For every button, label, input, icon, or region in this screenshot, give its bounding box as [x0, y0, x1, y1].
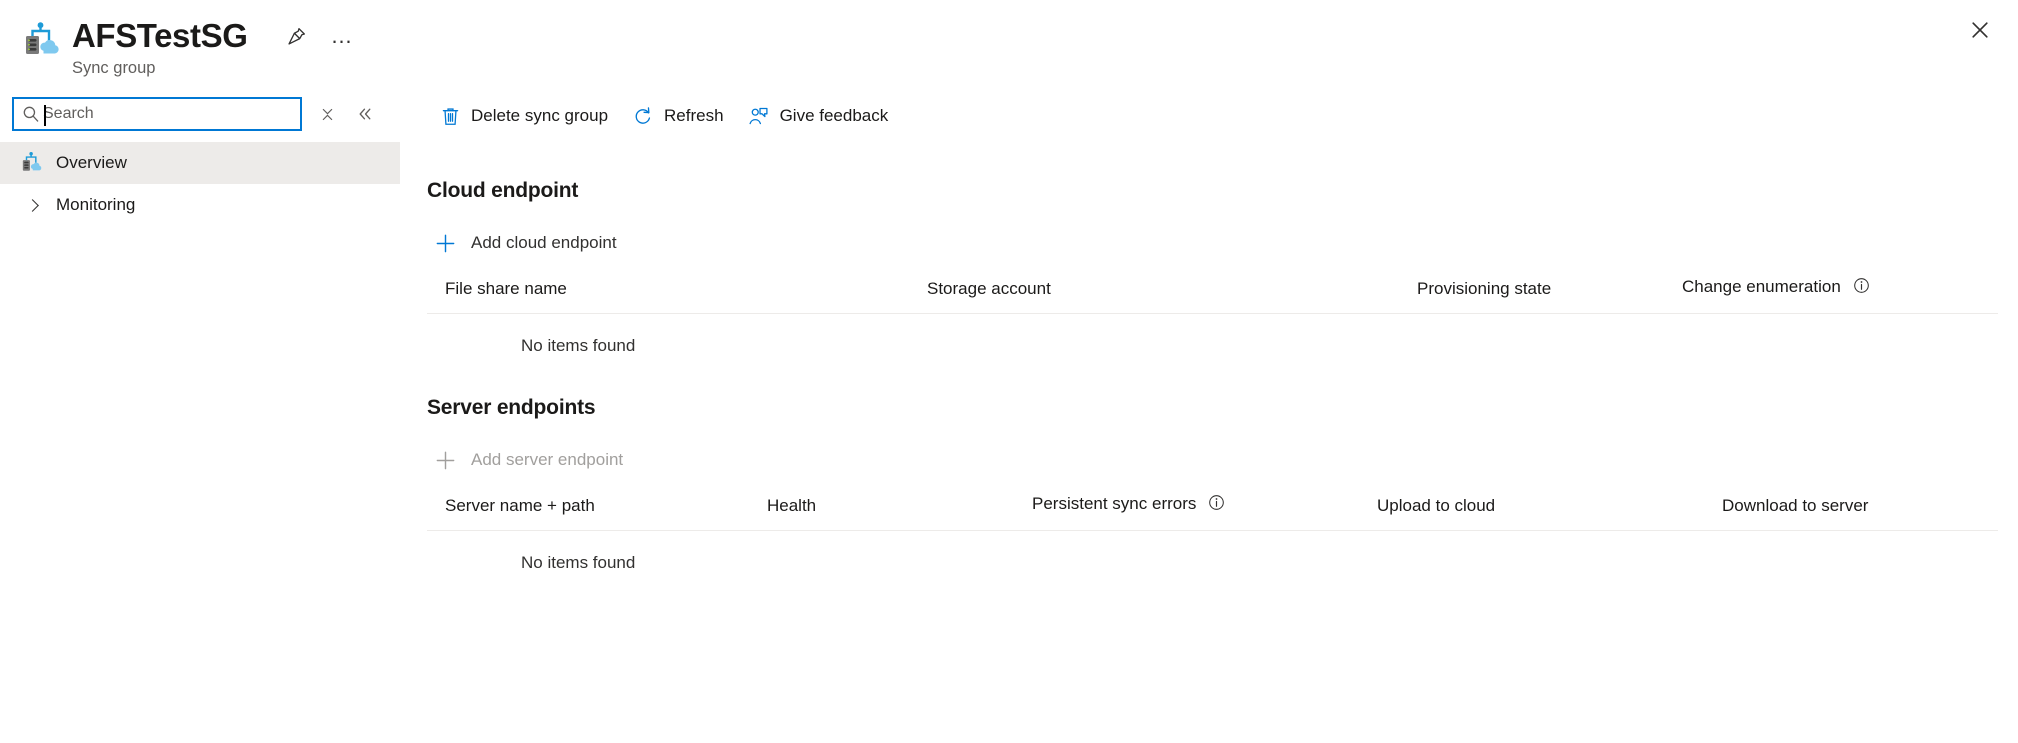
- azure-file-sync-group-icon: [18, 150, 44, 176]
- azure-file-sync-group-icon: [18, 20, 62, 64]
- info-icon[interactable]: [1208, 494, 1225, 516]
- sidebar-search-row: [0, 94, 400, 134]
- cloud-endpoint-empty-text: No items found: [427, 314, 1998, 357]
- add-server-endpoint-label: Add server endpoint: [471, 450, 623, 470]
- search-input[interactable]: [43, 101, 273, 127]
- give-feedback-button[interactable]: Give feedback: [736, 97, 901, 135]
- double-chevron-left-icon[interactable]: [352, 101, 378, 127]
- table-header-row: Server name + path Health Persistent syn…: [427, 494, 1998, 531]
- command-label: Give feedback: [780, 106, 889, 126]
- text-cursor: [44, 105, 46, 126]
- column-header-download-to-server[interactable]: Download to server: [1722, 494, 1998, 531]
- command-toolbar: Delete sync group Refresh: [409, 93, 2018, 139]
- sidebar-item-label: Monitoring: [56, 194, 135, 216]
- feedback-person-icon: [748, 105, 770, 127]
- search-icon: [22, 105, 40, 123]
- search-clear-icon[interactable]: [314, 101, 340, 127]
- chevron-right-icon: [18, 192, 44, 218]
- pin-icon[interactable]: [281, 21, 311, 51]
- search-box[interactable]: [12, 97, 302, 131]
- column-header-upload-to-cloud[interactable]: Upload to cloud: [1377, 494, 1722, 531]
- info-icon[interactable]: [1853, 277, 1870, 299]
- server-endpoints-section: Server endpoints Add server endpoint Ser: [409, 396, 2018, 573]
- page-title: AFSTestSG: [72, 16, 247, 56]
- column-header-server-name-path[interactable]: Server name + path: [427, 494, 767, 531]
- add-cloud-endpoint-label: Add cloud endpoint: [471, 233, 617, 253]
- blade-content-pane: Delete sync group Refresh: [400, 0, 2018, 743]
- sidebar-item-overview[interactable]: Overview: [0, 142, 400, 184]
- cloud-endpoint-section: Cloud endpoint Add cloud endpoint File s: [409, 179, 2018, 356]
- server-endpoints-table: Server name + path Health Persistent syn…: [427, 494, 1998, 573]
- table-header-row: File share name Storage account Provisio…: [427, 277, 1998, 314]
- sidebar-nav-list: Overview Monitoring: [0, 142, 400, 226]
- cloud-endpoint-title: Cloud endpoint: [427, 179, 1998, 203]
- cloud-endpoint-table: File share name Storage account Provisio…: [427, 277, 1998, 356]
- close-icon[interactable]: [1962, 12, 1998, 48]
- trash-icon: [439, 105, 461, 127]
- column-header-provisioning-state[interactable]: Provisioning state: [1417, 277, 1682, 314]
- sidebar-item-monitoring[interactable]: Monitoring: [0, 184, 400, 226]
- server-endpoints-empty-text: No items found: [427, 531, 1998, 574]
- ellipsis-icon[interactable]: …: [327, 21, 357, 51]
- refresh-button[interactable]: Refresh: [620, 97, 736, 135]
- resource-subtitle: Sync group: [72, 57, 357, 79]
- add-cloud-endpoint-button[interactable]: Add cloud endpoint: [432, 225, 617, 261]
- command-label: Delete sync group: [471, 106, 608, 126]
- blade-left-pane: AFSTestSG … Sync group: [0, 0, 400, 743]
- refresh-icon: [632, 105, 654, 127]
- add-server-endpoint-button[interactable]: Add server endpoint: [432, 442, 623, 478]
- column-header-health[interactable]: Health: [767, 494, 1032, 531]
- plus-icon: [432, 230, 458, 256]
- column-header-persistent-sync-errors[interactable]: Persistent sync errors: [1032, 494, 1377, 531]
- table-empty-row: No items found: [427, 314, 1998, 357]
- resource-header: AFSTestSG … Sync group: [0, 0, 400, 88]
- column-header-storage-account[interactable]: Storage account: [927, 277, 1417, 314]
- table-empty-row: No items found: [427, 531, 1998, 574]
- command-label: Refresh: [664, 106, 724, 126]
- resource-title-block: AFSTestSG … Sync group: [72, 14, 357, 79]
- column-header-file-share-name[interactable]: File share name: [427, 277, 927, 314]
- sidebar-item-label: Overview: [56, 152, 127, 174]
- sync-group-blade: AFSTestSG … Sync group: [0, 0, 2018, 743]
- column-header-change-enumeration[interactable]: Change enumeration: [1682, 277, 1998, 314]
- server-endpoints-title: Server endpoints: [427, 396, 1998, 420]
- delete-sync-group-button[interactable]: Delete sync group: [427, 97, 620, 135]
- plus-icon: [432, 447, 458, 473]
